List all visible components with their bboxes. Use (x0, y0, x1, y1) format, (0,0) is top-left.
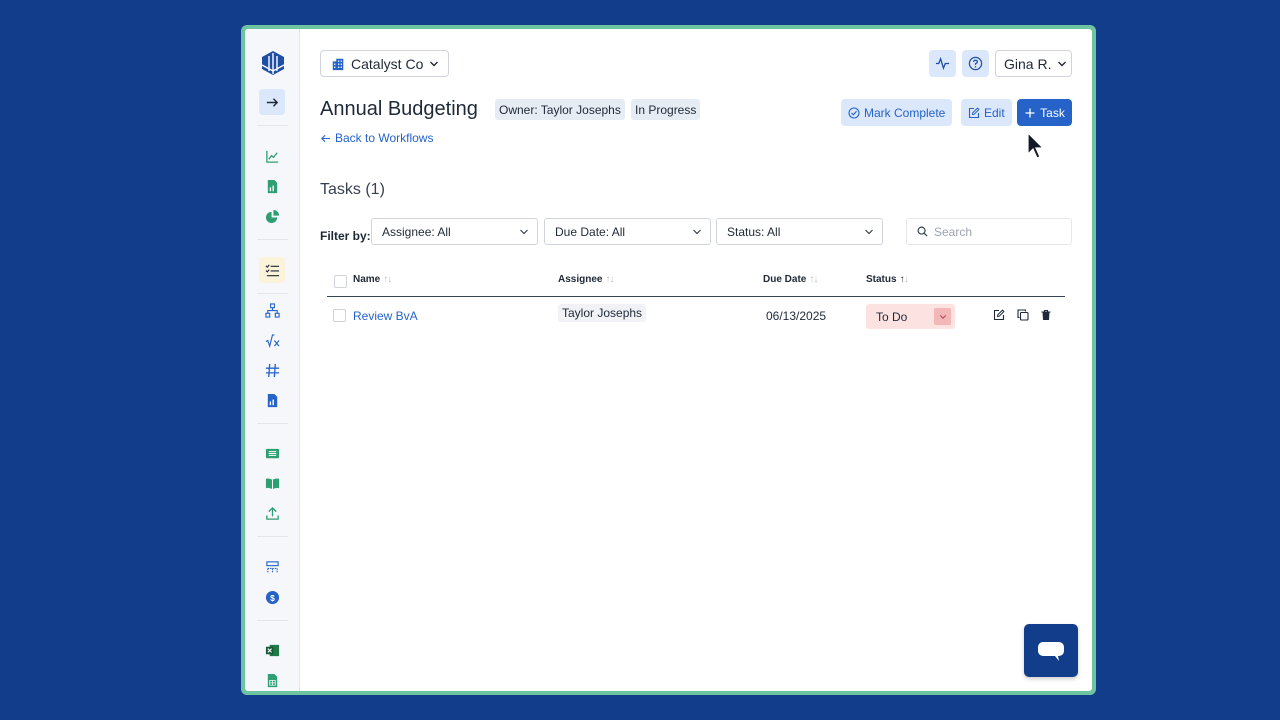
app-content: $ Catalyst Co Gina R. Annual Budgeting O… (245, 29, 1092, 691)
select-all-checkbox[interactable] (334, 275, 347, 288)
assignee-filter[interactable]: Assignee: All (371, 218, 538, 245)
status-filter[interactable]: Status: All (716, 218, 883, 245)
due-date-filter[interactable]: Due Date: All (544, 218, 711, 245)
column-status-label: Status (866, 274, 897, 285)
back-link-label: Back to Workflows (335, 131, 434, 145)
activity-button[interactable] (929, 50, 956, 77)
chat-icon (1038, 641, 1064, 661)
sidebar: $ (245, 29, 300, 691)
help-icon (968, 56, 983, 71)
sort-icon: ↑↓ (809, 274, 818, 285)
search-icon (917, 226, 928, 237)
company-selector[interactable]: Catalyst Co (320, 50, 449, 77)
line-chart-icon[interactable] (259, 143, 285, 169)
user-name: Gina R. (1004, 55, 1052, 72)
sort-icon: ↑↓ (383, 274, 392, 285)
report-icon[interactable] (259, 173, 285, 199)
pie-chart-icon[interactable] (259, 203, 285, 229)
app-window: $ Catalyst Co Gina R. Annual Budgeting O… (241, 25, 1096, 695)
chevron-down-icon (864, 227, 874, 237)
assignee-filter-value: Assignee: All (382, 224, 451, 239)
plus-icon (1025, 108, 1035, 117)
mouse-cursor-icon (1027, 132, 1045, 159)
document-chart-icon[interactable] (259, 387, 285, 413)
mark-complete-button[interactable]: Mark Complete (841, 99, 953, 126)
edit-button[interactable]: Edit (961, 99, 1012, 126)
chevron-down-icon (519, 227, 529, 237)
column-header-status[interactable]: Status ↑↓ (866, 274, 909, 285)
sort-icon: ↑↓ (605, 274, 614, 285)
chevron-down-icon (429, 59, 439, 69)
dollar-icon[interactable]: $ (259, 584, 285, 610)
edit-icon (968, 106, 980, 118)
arrow-left-icon (321, 134, 331, 142)
book-icon[interactable] (259, 470, 285, 496)
logo-icon[interactable] (258, 48, 288, 78)
due-date-cell: 06/13/2025 (766, 309, 827, 323)
chevron-down-icon (1057, 59, 1067, 69)
excel-icon[interactable] (259, 637, 285, 663)
search-box (906, 218, 1072, 245)
task-status-select[interactable]: To Do (866, 304, 955, 329)
tasks-heading: Tasks (1) (320, 181, 385, 198)
sort-ascending-icon: ↑↓ (899, 274, 909, 285)
mark-complete-label: Mark Complete (864, 105, 946, 120)
page-title: Annual Budgeting (320, 98, 478, 120)
add-task-button[interactable]: Task (1017, 99, 1072, 126)
upload-icon[interactable] (259, 500, 285, 526)
edit-icon (993, 309, 1005, 321)
table-header-divider (327, 296, 1065, 297)
formula-icon[interactable] (259, 327, 285, 353)
checklist-icon[interactable] (259, 257, 285, 283)
chat-launcher-button[interactable] (1024, 624, 1078, 677)
back-to-workflows-link[interactable]: Back to Workflows (320, 131, 433, 145)
column-name-label: Name (353, 274, 381, 285)
column-header-assignee[interactable]: Assignee ↑↓ (558, 274, 614, 285)
trash-icon (1041, 309, 1051, 320)
column-assignee-label: Assignee (558, 274, 603, 285)
due-date-filter-value: Due Date: All (555, 224, 626, 239)
edit-task-button[interactable] (992, 308, 1006, 322)
chevron-down-icon (692, 227, 702, 237)
edit-label: Edit (984, 105, 1005, 120)
task-name-link[interactable]: Review BvA (353, 309, 418, 323)
assignee-cell: Taylor Josephs (558, 304, 647, 322)
sheets-icon[interactable] (259, 667, 285, 691)
table-icon[interactable] (259, 440, 285, 466)
add-task-label: Task (1040, 105, 1065, 120)
column-header-name[interactable]: Name ↑↓ (353, 274, 392, 285)
check-circle-icon (848, 106, 860, 119)
hierarchy-icon[interactable] (259, 297, 285, 323)
row-checkbox[interactable] (333, 309, 346, 322)
activity-icon (935, 56, 950, 71)
column-due-date-label: Due Date (763, 274, 807, 285)
status-tag: In Progress (631, 99, 701, 120)
user-menu[interactable]: Gina R. (995, 50, 1072, 77)
hash-icon[interactable] (259, 357, 285, 383)
copy-icon (1017, 309, 1029, 321)
status-filter-value: Status: All (727, 224, 781, 239)
task-status-value: To Do (876, 309, 908, 324)
delete-task-button[interactable] (1039, 308, 1053, 322)
owner-tag: Owner: Taylor Josephs (495, 99, 625, 120)
filter-label: Filter by: (320, 229, 371, 243)
help-button[interactable] (962, 50, 989, 77)
building-icon (331, 57, 345, 71)
assignee-chip: Taylor Josephs (558, 304, 647, 322)
company-name: Catalyst Co (351, 55, 424, 72)
sitemap-icon[interactable] (259, 554, 285, 580)
column-header-due-date[interactable]: Due Date ↑↓ (763, 274, 818, 285)
expand-arrow-icon[interactable] (259, 89, 285, 115)
chevron-down-icon (934, 308, 951, 325)
duplicate-task-button[interactable] (1016, 308, 1030, 322)
search-input[interactable] (934, 224, 1054, 239)
svg-text:$: $ (270, 592, 275, 602)
